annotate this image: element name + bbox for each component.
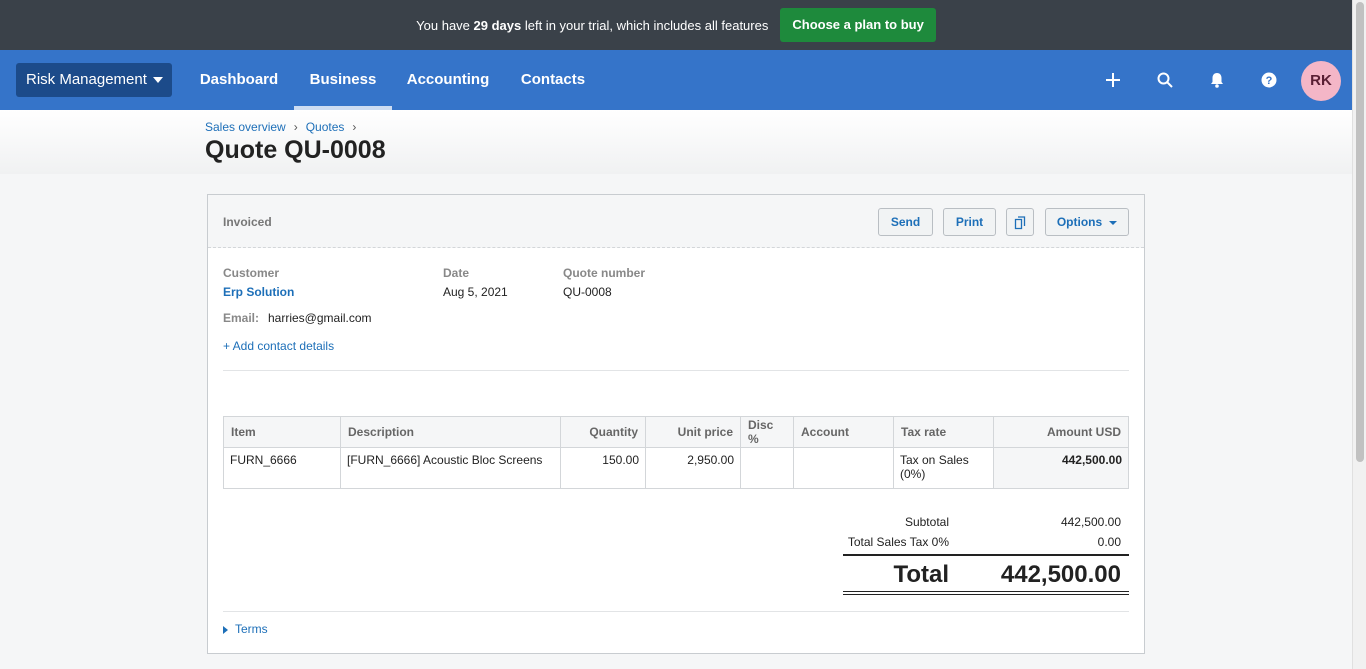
cell-unit-price: 2,950.00: [645, 447, 741, 489]
cell-tax-rate: Tax on Sales (0%): [893, 447, 994, 489]
email-value: harries@gmail.com: [268, 311, 372, 325]
quote-card: Invoiced Send Print Options Customer Erp…: [207, 194, 1145, 654]
send-button[interactable]: Send: [878, 208, 933, 236]
cell-account: [793, 447, 894, 489]
col-unit-price: Unit price: [645, 416, 741, 448]
terms-label: Terms: [235, 622, 268, 636]
total-double-rule: [843, 591, 1129, 595]
divider: [223, 611, 1129, 612]
terms-toggle[interactable]: Terms: [223, 622, 268, 636]
search-icon[interactable]: [1155, 70, 1175, 90]
col-tax-rate: Tax rate: [893, 416, 994, 448]
print-button[interactable]: Print: [943, 208, 996, 236]
email-label: Email:: [223, 311, 260, 325]
avatar[interactable]: RK: [1301, 61, 1341, 101]
copy-icon: [1014, 215, 1026, 229]
cell-quantity: 150.00: [560, 447, 646, 489]
tab-accounting[interactable]: Accounting: [396, 50, 500, 110]
page-header: Sales overview › Quotes › Quote QU-0008: [0, 110, 1352, 174]
breadcrumb-separator: ›: [293, 120, 298, 134]
cell-disc: [740, 447, 794, 489]
divider: [223, 370, 1129, 371]
quote-number-value: QU-0008: [563, 285, 612, 299]
copy-button[interactable]: [1006, 208, 1034, 236]
date-value: Aug 5, 2021: [443, 285, 508, 299]
trial-days: 29 days: [473, 17, 522, 33]
quote-toolbar: Invoiced Send Print Options: [208, 195, 1144, 248]
col-quantity: Quantity: [560, 416, 646, 448]
breadcrumb-separator: ›: [352, 120, 357, 134]
options-button[interactable]: Options: [1045, 208, 1129, 236]
org-name: Risk Management: [26, 71, 147, 88]
total-label: Total: [893, 561, 949, 588]
help-icon[interactable]: ?: [1259, 70, 1279, 90]
col-description: Description: [340, 416, 561, 448]
scrollbar[interactable]: [1352, 0, 1366, 669]
table-header-row: Item Description Quantity Unit price Dis…: [223, 416, 1129, 448]
status-badge: Invoiced: [223, 215, 272, 229]
svg-text:?: ?: [1266, 75, 1273, 87]
options-label: Options: [1056, 215, 1103, 229]
col-account: Account: [793, 416, 894, 448]
caret-right-icon: [223, 625, 228, 634]
subtotal-label: Subtotal: [904, 515, 949, 529]
caret-down-icon: [152, 77, 163, 84]
breadcrumb-sales-overview[interactable]: Sales overview: [205, 120, 286, 134]
col-item: Item: [223, 416, 341, 448]
customer-link[interactable]: Erp Solution: [223, 285, 294, 299]
col-disc: Disc %: [740, 416, 794, 448]
breadcrumb-quotes[interactable]: Quotes: [306, 120, 345, 134]
total-value: 442,500.00: [1000, 561, 1121, 588]
caret-down-icon: [1109, 220, 1118, 225]
scrollbar-thumb[interactable]: [1356, 2, 1364, 462]
tax-value: 0.00: [1097, 535, 1121, 549]
tax-label: Total Sales Tax 0%: [847, 535, 949, 549]
tab-dashboard[interactable]: Dashboard: [188, 50, 290, 110]
top-nav: Risk Management Dashboard Business Accou…: [0, 50, 1352, 110]
breadcrumb: Sales overview › Quotes ›: [205, 120, 364, 134]
tab-business[interactable]: Business: [294, 50, 392, 110]
trial-banner: You have 29 days left in your trial, whi…: [0, 0, 1352, 50]
add-contact-link[interactable]: + Add contact details: [223, 339, 334, 353]
total-rule: [843, 554, 1129, 556]
col-amount: Amount USD: [993, 416, 1129, 448]
trial-message: You have 29 days left in your trial, whi…: [416, 17, 769, 33]
choose-plan-button[interactable]: Choose a plan to buy: [780, 8, 936, 42]
page-title: Quote QU-0008: [205, 136, 386, 164]
cell-description: [FURN_6666] Acoustic Bloc Screens: [340, 447, 561, 489]
cell-amount: 442,500.00: [993, 447, 1129, 489]
customer-label: Customer: [223, 266, 280, 280]
bell-icon[interactable]: [1207, 70, 1227, 90]
cell-item: FURN_6666: [223, 447, 341, 489]
org-switcher-button[interactable]: Risk Management: [16, 63, 172, 97]
subtotal-value: 442,500.00: [1060, 515, 1121, 529]
quote-number-label: Quote number: [563, 266, 646, 280]
line-items-table: Item Description Quantity Unit price Dis…: [223, 416, 1129, 489]
date-label: Date: [443, 266, 470, 280]
table-row[interactable]: FURN_6666 [FURN_6666] Acoustic Bloc Scre…: [223, 447, 1129, 489]
plus-icon[interactable]: [1103, 70, 1123, 90]
tab-contacts[interactable]: Contacts: [510, 50, 596, 110]
